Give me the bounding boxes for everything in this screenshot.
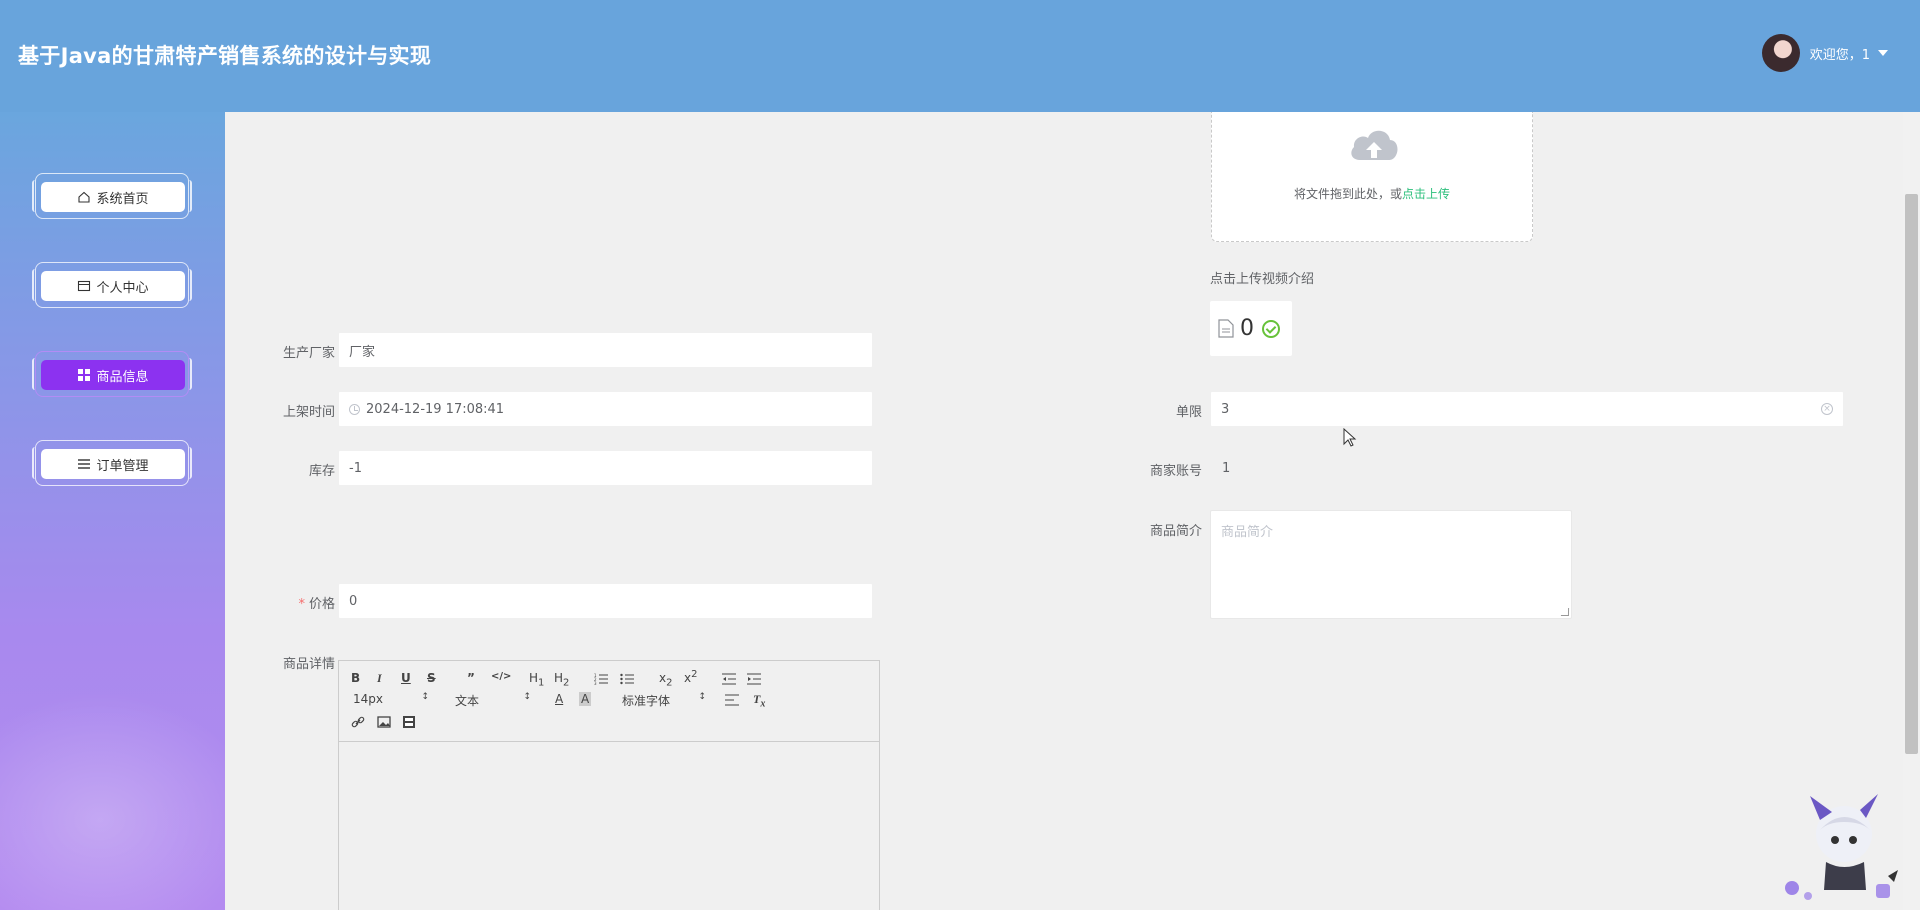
merchant-account-label: 商家账号 [1149, 464, 1202, 479]
background-color-button[interactable]: A [579, 692, 592, 706]
vertical-scrollbar[interactable] [1903, 112, 1920, 910]
sidebar-item-products[interactable]: 商品信息 [32, 351, 192, 397]
italic-button[interactable]: I [377, 671, 382, 686]
subscript-button[interactable]: x2 [659, 671, 672, 688]
uploaded-file-card[interactable]: 0 [1210, 301, 1292, 356]
home-icon [78, 191, 91, 203]
intro-placeholder: 商品简介 [1221, 525, 1274, 540]
sidebar-item-label: 商品信息 [96, 369, 149, 385]
editor-toolbar: B I U S ” </> H1 H2 123 x2 x2 14px ↕ 文本 ↕ … [339, 661, 879, 742]
sidebar-item-label: 订单管理 [96, 458, 149, 474]
svg-text:3: 3 [594, 681, 597, 685]
document-icon [1218, 319, 1234, 338]
upload-link[interactable]: 点击上传 [1402, 187, 1450, 201]
h2-button[interactable]: H2 [554, 671, 569, 688]
ordered-list-icon[interactable]: 123 [594, 673, 608, 685]
sidebar-item-home[interactable]: 系统首页 [32, 173, 192, 219]
superscript-button[interactable]: x2 [684, 669, 697, 685]
app-title: 基于Java的甘肃特产销售系统的设计与实现 [18, 44, 432, 68]
align-icon[interactable] [725, 694, 739, 706]
stock-value: -1 [349, 460, 362, 476]
block-type-value: 文本 [455, 694, 480, 708]
limit-value: 3 [1221, 401, 1230, 417]
font-color-button[interactable]: A [555, 692, 563, 706]
font-family-select[interactable]: 标准字体 ↕ [622, 692, 706, 709]
rich-text-editor[interactable]: B I U S ” </> H1 H2 123 x2 x2 14px ↕ 文本 ↕ … [338, 660, 880, 910]
shelf-time-label: 上架时间 [282, 405, 335, 420]
manufacturer-label: 生产厂家 [282, 346, 335, 361]
mouse-cursor-icon [1343, 428, 1357, 447]
upload-hint-text: 将文件拖到此处，或 [1293, 187, 1402, 201]
h1-button[interactable]: H1 [529, 671, 544, 688]
font-size-value: 14px [353, 692, 383, 706]
price-value: 0 [349, 593, 358, 609]
select-arrow-icon: ↕ [421, 692, 429, 702]
top-header: 基于Java的甘肃特产销售系统的设计与实现 欢迎您，1 [0, 0, 1920, 112]
strike-button[interactable]: S [427, 671, 436, 685]
clear-icon[interactable]: × [1821, 403, 1833, 415]
image-icon[interactable] [377, 715, 391, 729]
intro-label: 商品简介 [1149, 524, 1202, 539]
cloud-upload-icon [1351, 130, 1398, 160]
sidebar-item-profile[interactable]: 个人中心 [32, 262, 192, 308]
link-icon[interactable] [351, 715, 365, 729]
select-arrow-icon: ↕ [698, 692, 706, 702]
chevron-down-icon[interactable] [1878, 50, 1888, 56]
upload-hint: 将文件拖到此处，或点击上传 [1212, 185, 1532, 202]
user-menu[interactable]: 欢迎您，1 [1761, 34, 1888, 72]
font-family-value: 标准字体 [622, 694, 671, 708]
stock-input[interactable]: -1 [338, 450, 873, 486]
font-size-select[interactable]: 14px ↕ [353, 692, 429, 706]
indent-icon[interactable] [747, 673, 761, 685]
price-label: * 价格 [245, 593, 335, 612]
blockquote-icon[interactable]: ” [467, 671, 475, 685]
underline-button[interactable]: U [401, 671, 411, 685]
file-count: 0 [1240, 316, 1254, 341]
welcome-text: 欢迎您，1 [1809, 47, 1870, 63]
editor-content-area[interactable] [339, 742, 879, 910]
stock-label: 库存 [308, 464, 335, 479]
manufacturer-value: 厂家 [349, 344, 376, 360]
scrollbar-thumb[interactable] [1905, 194, 1918, 754]
profile-icon [78, 280, 91, 292]
intro-textarea[interactable]: 商品简介 [1210, 510, 1572, 619]
user-avatar[interactable] [1761, 34, 1800, 72]
video-icon[interactable] [402, 715, 416, 729]
main-content: 将文件拖到此处，或点击上传 点击上传视频介绍 0 生产厂家 厂家 上架时间 20… [225, 112, 1903, 910]
shelf-time-picker[interactable]: 2024-12-19 17:08:41 [338, 391, 873, 427]
sidebar-item-label: 个人中心 [96, 280, 149, 296]
block-type-select[interactable]: 文本 ↕ [455, 692, 531, 709]
bullet-list-icon[interactable] [620, 673, 634, 685]
success-check-icon [1262, 319, 1280, 338]
bold-button[interactable]: B [351, 671, 360, 685]
sidebar: 系统首页 个人中心 商品信息 订单管理 [0, 112, 225, 910]
select-arrow-icon: ↕ [523, 692, 531, 702]
clock-icon [349, 403, 360, 415]
shelf-time-value: 2024-12-19 17:08:41 [366, 401, 505, 417]
outdent-icon[interactable] [722, 673, 736, 685]
grid-icon [78, 369, 91, 381]
manufacturer-input[interactable]: 厂家 [338, 332, 873, 368]
mascot-image [1785, 794, 1898, 900]
upload-dropzone[interactable]: 将文件拖到此处，或点击上传 [1211, 112, 1533, 242]
video-upload-label[interactable]: 点击上传视频介绍 [1210, 268, 1314, 287]
clear-format-button[interactable]: Tx [753, 692, 765, 709]
merchant-account-value: 1 [1222, 461, 1231, 476]
limit-label: 单限 [1175, 405, 1202, 420]
list-icon [78, 459, 91, 469]
detail-label: 商品详情 [282, 657, 335, 672]
sidebar-item-label: 系统首页 [96, 191, 149, 207]
required-mark: * [298, 597, 305, 612]
sidebar-item-orders[interactable]: 订单管理 [32, 440, 192, 486]
limit-input[interactable]: 3 × [1210, 391, 1844, 427]
code-icon[interactable]: </> [491, 671, 511, 682]
price-label-text: 价格 [308, 597, 335, 612]
price-input[interactable]: 0 [338, 583, 873, 619]
